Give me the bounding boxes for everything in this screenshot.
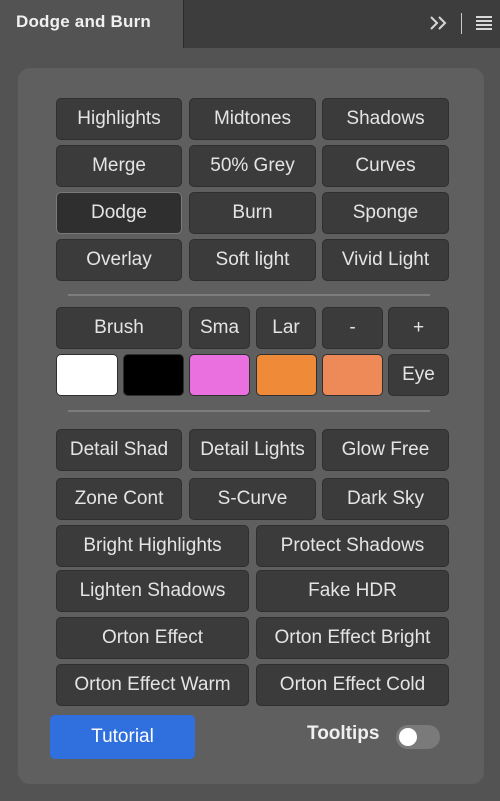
- merge-button[interactable]: Merge: [56, 145, 182, 187]
- brush-button[interactable]: Brush: [56, 307, 182, 349]
- protect-shadows-button[interactable]: Protect Shadows: [256, 525, 449, 567]
- overlay-button[interactable]: Overlay: [56, 239, 182, 281]
- tab-dodge-and-burn[interactable]: Dodge and Burn: [0, 0, 184, 48]
- zone-cont-button[interactable]: Zone Cont: [56, 478, 182, 520]
- lighten-shadows-button[interactable]: Lighten Shadows: [56, 570, 249, 612]
- toolbar-divider: [461, 13, 462, 34]
- section-divider: [68, 410, 430, 412]
- orton-effect-button[interactable]: Orton Effect: [56, 617, 249, 659]
- highlights-button[interactable]: Highlights: [56, 98, 182, 140]
- tooltips-toggle[interactable]: [396, 725, 440, 749]
- panel-tab-bar: Dodge and Burn: [0, 0, 500, 48]
- fifty-percent-grey-button[interactable]: 50% Grey: [189, 145, 316, 187]
- brush-large-button[interactable]: Lar: [256, 307, 316, 349]
- glow-free-button[interactable]: Glow Free: [322, 429, 449, 471]
- detail-shad-button[interactable]: Detail Shad: [56, 429, 182, 471]
- brush-small-button[interactable]: Sma: [189, 307, 250, 349]
- burn-button[interactable]: Burn: [189, 192, 316, 234]
- orton-effect-warm-button[interactable]: Orton Effect Warm: [56, 664, 249, 706]
- soft-light-button[interactable]: Soft light: [189, 239, 316, 281]
- white-color-swatch[interactable]: [56, 354, 118, 396]
- orton-effect-cold-button[interactable]: Orton Effect Cold: [256, 664, 449, 706]
- double-chevron-right-icon[interactable]: [428, 12, 450, 34]
- fake-hdr-button[interactable]: Fake HDR: [256, 570, 449, 612]
- hamburger-menu-icon[interactable]: [474, 12, 494, 34]
- section-divider: [68, 294, 430, 296]
- tooltips-label: Tooltips: [307, 723, 380, 744]
- vivid-light-button[interactable]: Vivid Light: [322, 239, 449, 281]
- tutorial-button[interactable]: Tutorial: [50, 715, 195, 759]
- dodge-button[interactable]: Dodge: [56, 192, 182, 234]
- eyedropper-button[interactable]: Eye: [388, 354, 449, 396]
- toggle-knob: [399, 728, 417, 746]
- brush-decrease-button[interactable]: -: [322, 307, 383, 349]
- dark-sky-button[interactable]: Dark Sky: [322, 478, 449, 520]
- shadows-button[interactable]: Shadows: [322, 98, 449, 140]
- orton-effect-bright-button[interactable]: Orton Effect Bright: [256, 617, 449, 659]
- light-orange-color-swatch[interactable]: [322, 354, 383, 396]
- s-curve-button[interactable]: S-Curve: [189, 478, 316, 520]
- orange-color-swatch[interactable]: [256, 354, 317, 396]
- pink-color-swatch[interactable]: [189, 354, 250, 396]
- brush-increase-button[interactable]: +: [388, 307, 449, 349]
- curves-button[interactable]: Curves: [322, 145, 449, 187]
- bright-highlights-button[interactable]: Bright Highlights: [56, 525, 249, 567]
- detail-lights-button[interactable]: Detail Lights: [189, 429, 316, 471]
- midtones-button[interactable]: Midtones: [189, 98, 316, 140]
- black-color-swatch[interactable]: [123, 354, 184, 396]
- panel-title: Dodge and Burn: [16, 12, 152, 31]
- sponge-button[interactable]: Sponge: [322, 192, 449, 234]
